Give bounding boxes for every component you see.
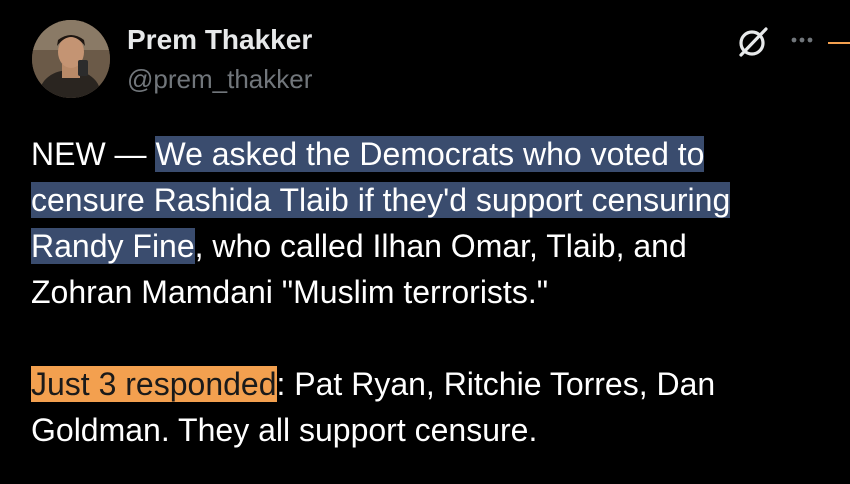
- highlight-blue-1: We asked the Democrats who voted to: [155, 136, 705, 172]
- more-options-icon[interactable]: [790, 30, 816, 50]
- avatar[interactable]: [32, 20, 110, 98]
- tweet-line-3: Randy Fine, who called Ilhan Omar, Tlaib…: [31, 223, 821, 269]
- author-display-name[interactable]: Prem Thakker: [127, 24, 312, 56]
- tweet-line-4: Zohran Mamdani "Muslim terrorists.": [31, 274, 549, 310]
- author-handle[interactable]: @prem_thakker: [127, 64, 312, 95]
- edge-accent-line: [828, 31, 850, 44]
- highlight-orange: Just 3 responded: [31, 366, 277, 402]
- tweet-text: NEW — We asked the Democrats who voted t…: [31, 131, 821, 453]
- tweet-line-5: Just 3 responded: Pat Ryan, Ritchie Torr…: [31, 361, 821, 407]
- highlight-blue-2: censure Rashida Tlaib if they'd support …: [31, 182, 731, 218]
- tweet-line-1: NEW — We asked the Democrats who voted t…: [31, 131, 821, 177]
- avatar-photo: [32, 20, 110, 98]
- tweet-line-3-rest: , who called Ilhan Omar, Tlaib, and: [194, 228, 687, 264]
- tweet-line-6: Goldman. They all support censure.: [31, 412, 538, 448]
- tweet-prefix: NEW —: [31, 136, 156, 172]
- tweet-line-2: censure Rashida Tlaib if they'd support …: [31, 177, 821, 223]
- highlight-blue-3: Randy Fine: [31, 228, 195, 264]
- tweet-line-5-rest: : Pat Ryan, Ritchie Torres, Dan: [276, 366, 716, 402]
- grok-icon[interactable]: [735, 24, 771, 60]
